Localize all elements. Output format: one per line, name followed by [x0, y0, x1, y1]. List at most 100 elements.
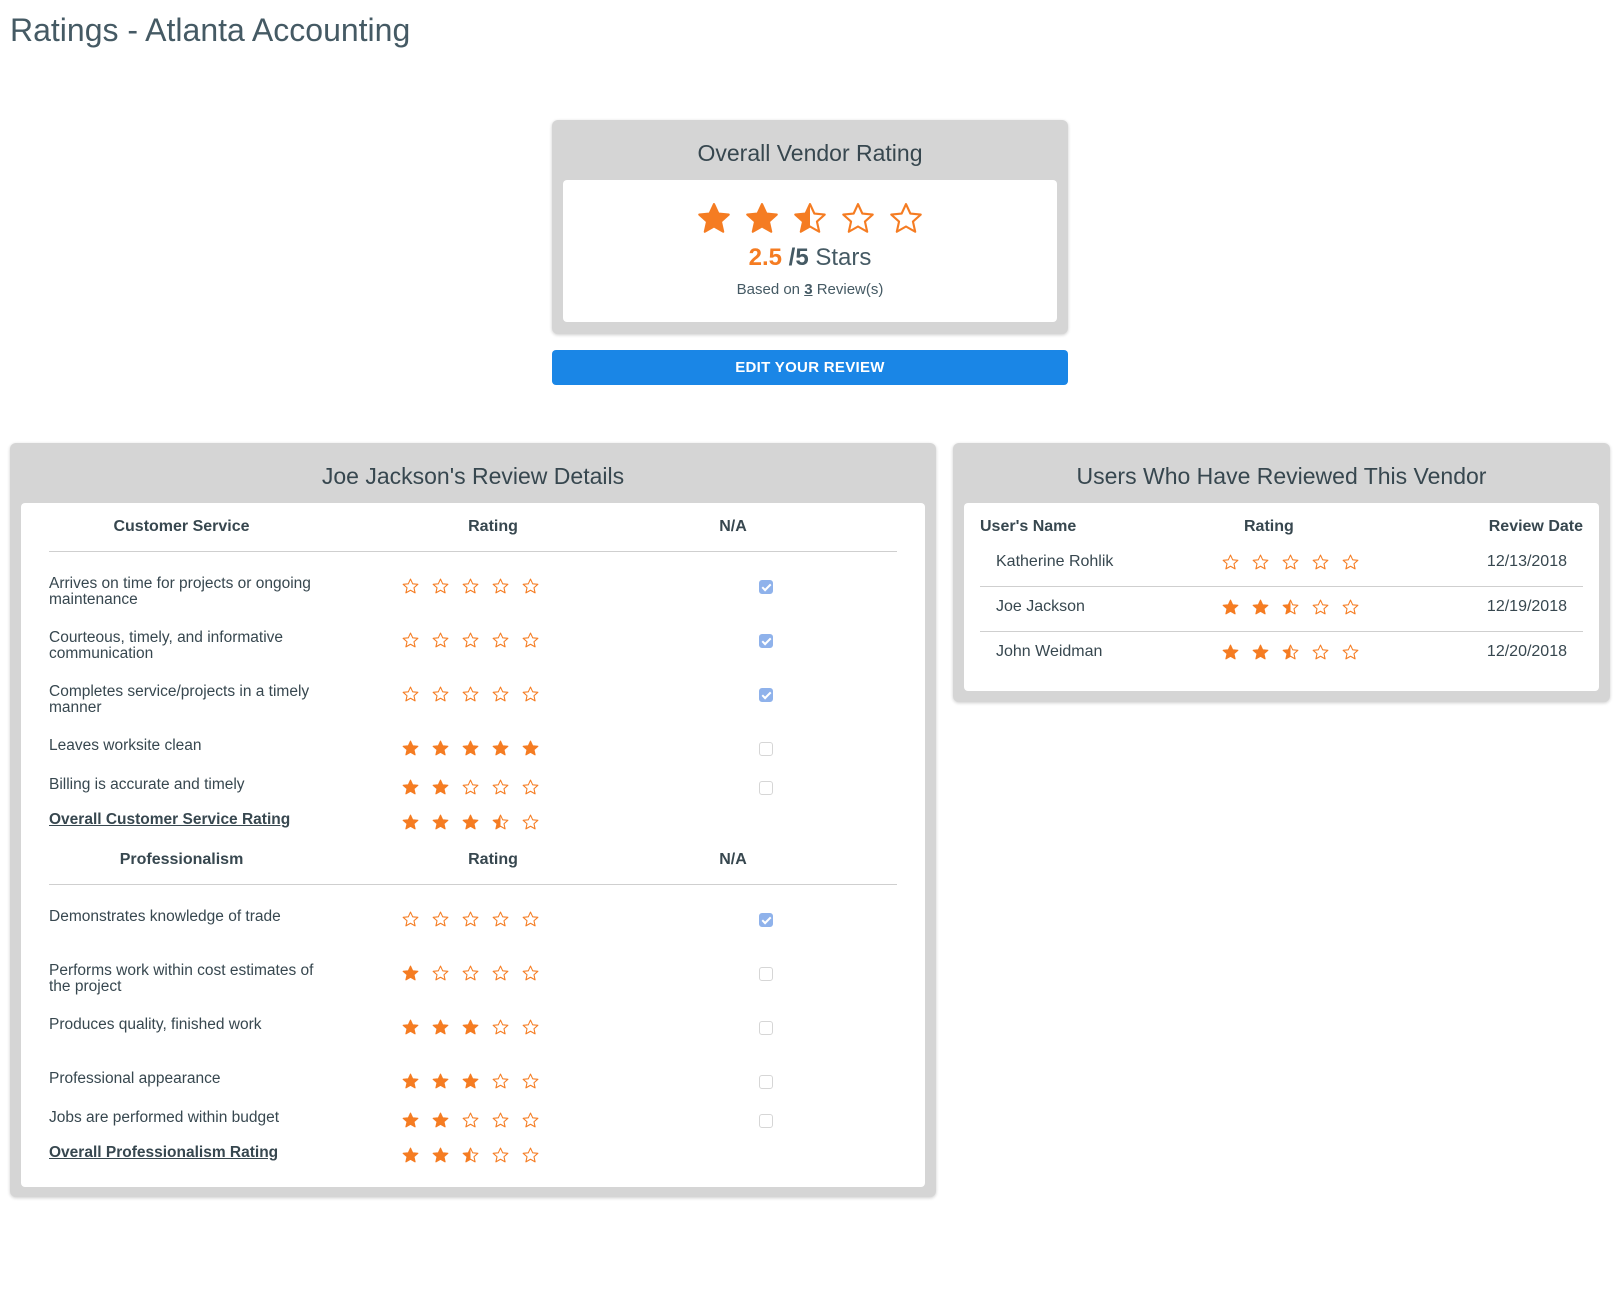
review-date-header: Review Date [1488, 518, 1583, 535]
star-full-icon [462, 814, 479, 830]
star-empty-icon [402, 911, 419, 927]
na-column-header: N/A [719, 518, 747, 535]
criterion-label: Leaves worksite clean [49, 737, 202, 754]
star-full-icon [1222, 599, 1239, 615]
reviewer-row[interactable]: John Weidman 12/20/2018 [980, 630, 1583, 676]
star-empty-icon [522, 686, 539, 702]
reviewer-name[interactable]: Katherine Rohlik [996, 553, 1113, 571]
reviewer-name[interactable]: Joe Jackson [996, 598, 1085, 616]
criterion-label: Jobs are performed within budget [49, 1109, 280, 1126]
star-empty-icon [462, 1112, 479, 1128]
edit-review-button[interactable]: EDIT YOUR REVIEW [552, 350, 1068, 385]
star-empty-icon [842, 203, 874, 233]
score-line: 2.5 /5 Stars [563, 244, 1057, 272]
star-empty-icon [462, 632, 479, 648]
checkbox-icon[interactable] [759, 742, 773, 756]
criterion-stars[interactable] [402, 779, 552, 797]
na-checkbox-cell [759, 967, 773, 986]
star-half-icon [492, 814, 509, 830]
star-full-icon [1252, 599, 1269, 615]
reviewer-row[interactable]: Katherine Rohlik 12/13/2018 [980, 540, 1583, 587]
star-empty-icon [492, 779, 509, 795]
na-checkbox-cell [759, 1114, 773, 1133]
star-empty-icon [492, 911, 509, 927]
criterion-stars[interactable] [402, 1112, 552, 1130]
checkbox-icon[interactable] [759, 1114, 773, 1128]
star-empty-icon [462, 686, 479, 702]
overall-rating-body: 2.5 /5 Stars Based on 3 Review(s) [563, 180, 1057, 322]
na-checkbox-cell [759, 634, 773, 653]
checkbox-icon[interactable] [759, 781, 773, 795]
review-count-link[interactable]: 3 [804, 281, 812, 298]
star-empty-icon [492, 1112, 509, 1128]
checkbox-icon[interactable] [759, 967, 773, 981]
star-empty-icon [462, 911, 479, 927]
overall-stars [563, 202, 1057, 238]
star-full-icon [522, 740, 539, 756]
criterion-stars[interactable] [402, 965, 552, 983]
criterion-stars[interactable] [402, 1019, 552, 1037]
star-empty-icon [492, 578, 509, 594]
overall-category-link[interactable]: Overall Customer Service Rating [49, 812, 319, 828]
review-details-body: Customer Service Rating N/A Arrives on time… [21, 503, 925, 1187]
review-date: 12/13/2018 [1486, 553, 1567, 570]
star-full-icon [698, 203, 730, 233]
na-checkbox-cell [759, 913, 773, 932]
na-checkbox-cell [759, 1075, 773, 1094]
star-empty-icon [522, 1112, 539, 1128]
checkbox-icon[interactable] [759, 1021, 773, 1035]
reviewer-row[interactable]: Joe Jackson 12/19/2018 [980, 585, 1583, 632]
overall-category-link[interactable]: Overall Professionalism Rating [49, 1145, 319, 1161]
rating-column-header: Rating [468, 851, 518, 868]
based-on-suffix: Review(s) [812, 281, 884, 298]
checkbox-icon[interactable] [759, 913, 773, 927]
criterion-stars[interactable] [402, 686, 552, 704]
reviewer-stars [1222, 554, 1372, 572]
star-full-icon [462, 740, 479, 756]
star-empty-icon [522, 779, 539, 795]
overall-category-stars [402, 814, 552, 832]
star-empty-icon [492, 632, 509, 648]
star-empty-icon [1312, 554, 1329, 570]
based-on-prefix: Based on [736, 281, 805, 298]
reviewers-body: User's Name Rating Review Date Katherine… [964, 503, 1599, 691]
star-empty-icon [522, 578, 539, 594]
star-empty-icon [1312, 644, 1329, 660]
star-empty-icon [432, 965, 449, 981]
star-empty-icon [492, 686, 509, 702]
star-full-icon [462, 1019, 479, 1035]
section-title: Professionalism [119, 851, 244, 868]
reviewers-panel: Users Who Have Reviewed This Vendor User… [953, 443, 1610, 702]
star-full-icon [402, 740, 419, 756]
checkbox-icon[interactable] [759, 580, 773, 594]
star-empty-icon [1282, 554, 1299, 570]
star-full-icon [432, 814, 449, 830]
overall-rating-panel: Overall Vendor Rating 2.5 /5 Stars Based… [552, 120, 1068, 334]
user-rating-header: Rating [1244, 518, 1294, 535]
section-header: Professionalism Rating N/A [49, 836, 897, 885]
checkbox-icon[interactable] [759, 688, 773, 702]
criterion-label: Courteous, timely, and informative commu… [49, 629, 284, 662]
star-empty-icon [432, 911, 449, 927]
star-empty-icon [1342, 644, 1359, 660]
criterion-stars[interactable] [402, 740, 552, 758]
star-full-icon [402, 965, 419, 981]
criterion-stars[interactable] [402, 1073, 552, 1091]
star-full-icon [402, 779, 419, 795]
checkbox-icon[interactable] [759, 1075, 773, 1089]
star-full-icon [402, 814, 419, 830]
criterion-stars[interactable] [402, 632, 552, 650]
reviewer-stars [1222, 599, 1372, 617]
star-empty-icon [462, 779, 479, 795]
na-column-header: N/A [719, 851, 747, 868]
star-full-icon [402, 1073, 419, 1089]
criterion-stars[interactable] [402, 911, 552, 929]
checkbox-icon[interactable] [759, 634, 773, 648]
star-full-icon [462, 1073, 479, 1089]
star-empty-icon [890, 203, 922, 233]
star-empty-icon [492, 1019, 509, 1035]
star-empty-icon [522, 632, 539, 648]
reviewer-name[interactable]: John Weidman [996, 643, 1102, 661]
criterion-stars[interactable] [402, 578, 552, 596]
criterion-label: Demonstrates knowledge of trade [49, 908, 281, 925]
